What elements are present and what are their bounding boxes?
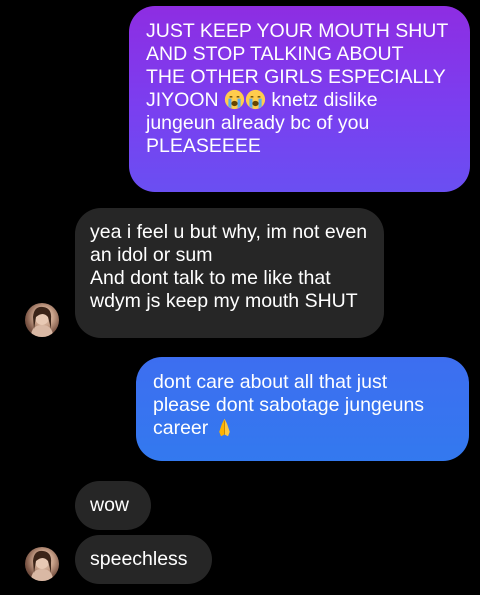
folded-hands-emoji-icon — [214, 417, 235, 438]
chat-thread: JUST KEEP YOUR MOUTH SHUT AND STOP TALKI… — [0, 0, 480, 595]
received-message-bubble[interactable]: speechless — [75, 535, 212, 584]
contact-avatar[interactable] — [25, 303, 59, 337]
message-text: speechless — [90, 548, 188, 570]
sent-message-bubble[interactable]: dont care about all that just please don… — [136, 357, 469, 461]
sent-message-bubble[interactable]: JUST KEEP YOUR MOUTH SHUT AND STOP TALKI… — [129, 6, 470, 192]
crying-face-emoji-icon — [224, 89, 245, 110]
contact-avatar[interactable] — [25, 547, 59, 581]
crying-face-emoji-icon — [245, 89, 266, 110]
message-text: yea i feel u but why, im not even an ido… — [90, 221, 368, 312]
received-message-bubble[interactable]: yea i feel u but why, im not even an ido… — [75, 208, 384, 338]
message-text: wow — [90, 494, 130, 516]
received-message-bubble[interactable]: wow — [75, 481, 151, 530]
message-text: dont care about all that just please don… — [153, 371, 425, 439]
